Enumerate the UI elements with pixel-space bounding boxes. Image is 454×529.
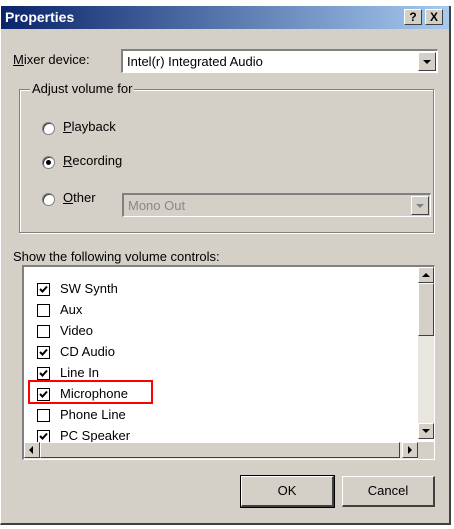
checkbox-line-in[interactable] (37, 367, 50, 380)
recording-label[interactable]: Recording (63, 153, 122, 168)
check-icon (39, 348, 48, 356)
volume-controls-list[interactable]: SW Synth Aux Video CD Audio Line In Micr… (22, 265, 435, 460)
mixer-device-label: Mixer device: (13, 52, 90, 67)
vertical-scrollbar[interactable] (418, 267, 434, 439)
close-button[interactable]: X (425, 9, 443, 25)
arrow-up-icon (422, 273, 430, 277)
checkbox-phone-line[interactable] (37, 409, 50, 422)
checkbox-aux[interactable] (37, 304, 50, 317)
title-bar[interactable]: Properties ? X (1, 6, 449, 29)
chevron-down-icon (416, 204, 424, 208)
other-radio[interactable] (42, 193, 55, 206)
adjust-volume-legend: Adjust volume for (30, 81, 135, 96)
item-label: SW Synth (60, 281, 118, 296)
checkbox-sw-synth[interactable] (37, 283, 50, 296)
volume-controls-label: Show the following volume controls: (13, 249, 220, 264)
vertical-scroll-thumb[interactable] (418, 283, 434, 336)
playback-label[interactable]: Playback (63, 119, 116, 134)
microphone-highlight-box (28, 380, 153, 404)
mixer-dropdown-button[interactable] (418, 52, 436, 71)
scrollbar-corner (418, 442, 434, 459)
item-label: PC Speaker (60, 428, 131, 443)
check-icon (39, 285, 48, 293)
item-label: Line In (60, 365, 100, 380)
horizontal-scroll-thumb[interactable] (40, 442, 400, 458)
other-label[interactable]: Other (63, 190, 96, 205)
scroll-down-button[interactable] (418, 423, 434, 439)
item-label: CD Audio (60, 344, 115, 359)
checkbox-cd-audio[interactable] (37, 346, 50, 359)
radio-selected-dot (46, 160, 51, 165)
other-dropdown-button (411, 196, 429, 215)
item-label: Aux (60, 302, 83, 317)
mixer-device-value: Intel(r) Integrated Audio (127, 54, 263, 69)
recording-radio[interactable] (42, 156, 55, 169)
mixer-device-select[interactable]: Intel(r) Integrated Audio (121, 49, 438, 73)
arrow-down-icon (422, 429, 430, 433)
arrow-right-icon (408, 446, 412, 454)
arrow-left-icon (29, 446, 33, 454)
item-label: Phone Line (60, 407, 126, 422)
ok-button[interactable]: OK (240, 475, 335, 508)
item-label: Video (60, 323, 94, 338)
check-icon (39, 432, 48, 440)
scroll-left-button[interactable] (24, 442, 40, 458)
dialog-title: Properties (5, 9, 75, 25)
other-device-select: Mono Out (122, 193, 431, 217)
other-device-value: Mono Out (128, 198, 186, 213)
horizontal-scrollbar[interactable] (24, 442, 434, 459)
cancel-button[interactable]: Cancel (342, 476, 435, 507)
chevron-down-icon (423, 60, 431, 64)
playback-radio[interactable] (42, 122, 55, 135)
scroll-up-button[interactable] (418, 267, 434, 283)
checkbox-video[interactable] (37, 325, 50, 338)
check-icon (39, 369, 48, 377)
help-button[interactable]: ? (404, 9, 422, 25)
scroll-right-button[interactable] (402, 442, 418, 458)
properties-dialog: Properties ? X Mixer device: Intel(r) In… (0, 6, 451, 525)
